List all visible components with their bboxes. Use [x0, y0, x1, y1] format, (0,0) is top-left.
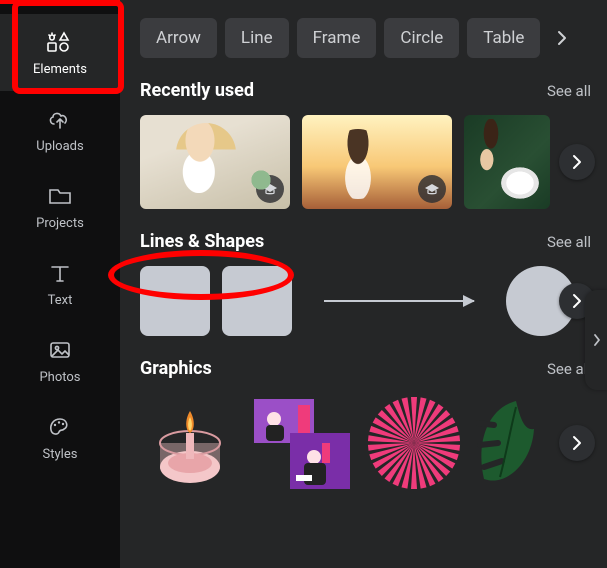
chip-table[interactable]: Table [467, 18, 540, 58]
see-all-recent[interactable]: See all [547, 82, 591, 100]
text-icon [46, 259, 74, 287]
chip-scroll-right[interactable] [548, 18, 576, 58]
section-title: Recently used [140, 80, 254, 101]
category-chip-row: Arrow Line Frame Circle Table [140, 18, 591, 58]
sidebar-item-projects[interactable]: Projects [0, 168, 120, 245]
section-title: Lines & Shapes [140, 231, 264, 252]
graphic-starburst[interactable] [364, 393, 464, 493]
section-recently-used: Recently used See all [140, 80, 591, 209]
sidebar-item-label: Styles [43, 447, 78, 462]
shape-square-1[interactable] [140, 266, 210, 336]
chevron-right-icon [572, 435, 582, 451]
sidebar-item-elements[interactable]: Elements [0, 14, 120, 91]
recent-thumb-3[interactable] [464, 115, 550, 209]
image-icon [46, 336, 74, 364]
see-all-lines[interactable]: See all [547, 233, 591, 251]
section-title: Graphics [140, 358, 212, 379]
sidebar-item-label: Text [48, 293, 73, 308]
sidebar-item-photos[interactable]: Photos [0, 322, 120, 399]
edu-badge-icon [418, 175, 446, 203]
section-lines-shapes: Lines & Shapes See all [140, 231, 591, 336]
shape-square-2[interactable] [222, 266, 292, 336]
chip-circle[interactable]: Circle [384, 18, 459, 58]
edu-badge-icon [256, 175, 284, 203]
graphics-scroll-right[interactable] [559, 425, 595, 461]
graphic-candle[interactable] [140, 393, 240, 493]
chevron-right-icon [557, 30, 567, 46]
sidebar-item-styles[interactable]: Styles [0, 399, 120, 476]
recent-scroll-right[interactable] [559, 144, 595, 180]
cloud-upload-icon [46, 105, 74, 133]
sidebar-item-label: Photos [39, 370, 80, 385]
chevron-right-icon [572, 154, 582, 170]
recent-thumb-2[interactable] [302, 115, 452, 209]
sidebar-item-label: Uploads [36, 139, 83, 154]
elements-icon [46, 28, 74, 56]
chevron-right-icon [572, 293, 582, 309]
sidebar-item-text[interactable]: Text [0, 245, 120, 322]
graphic-monstera-leaf[interactable] [476, 393, 536, 493]
section-graphics: Graphics See all [140, 358, 591, 493]
chip-line[interactable]: Line [225, 18, 289, 58]
sidebar: Elements Uploads Projects Text [0, 0, 120, 568]
recent-thumb-1[interactable] [140, 115, 290, 209]
shape-arrow-line[interactable] [324, 300, 474, 302]
elements-panel: Arrow Line Frame Circle Table Recently u… [120, 0, 607, 568]
folder-icon [46, 182, 74, 210]
chip-frame[interactable]: Frame [297, 18, 377, 58]
chip-arrow[interactable]: Arrow [140, 18, 217, 58]
sidebar-item-label: Elements [33, 62, 87, 77]
panel-collapse-handle[interactable] [585, 290, 607, 390]
graphic-people-collage[interactable] [252, 393, 352, 493]
sidebar-item-label: Projects [36, 216, 84, 231]
palette-icon [46, 413, 74, 441]
sidebar-item-uploads[interactable]: Uploads [0, 91, 120, 168]
graphics-row [140, 393, 591, 493]
recent-thumb-row [140, 115, 591, 209]
chevron-right-icon [593, 333, 601, 347]
shapes-row [140, 266, 591, 336]
